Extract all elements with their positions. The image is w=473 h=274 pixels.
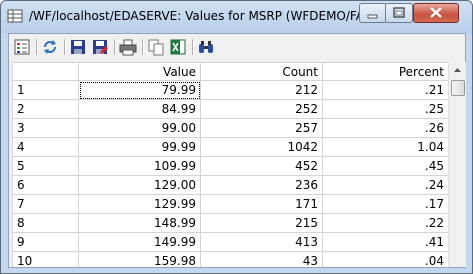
table-row[interactable]: 7 129.99 171 .17 — [12, 194, 448, 214]
minimize-icon — [367, 14, 378, 19]
value-cell[interactable]: 149.99 — [78, 232, 201, 252]
minimize-button[interactable] — [359, 3, 387, 23]
find-icon[interactable] — [197, 38, 215, 56]
count-cell[interactable]: 215 — [200, 213, 323, 233]
close-button[interactable] — [413, 3, 459, 23]
value-cell[interactable]: 129.99 — [78, 194, 201, 214]
count-cell[interactable]: 236 — [200, 175, 323, 195]
toolbar-separator — [142, 39, 144, 55]
table-row[interactable]: 3 99.00 257 .26 — [12, 118, 448, 138]
table-row[interactable]: 1 79.99 212 .21 — [12, 80, 448, 100]
values-window: /WF/localhost/EDASERVE: Values for MSRP … — [0, 0, 473, 274]
row-number: 7 — [12, 194, 79, 214]
percent-cell[interactable]: .22 — [322, 213, 448, 233]
column-header-count[interactable]: Count — [200, 62, 323, 81]
value-cell[interactable]: 99.99 — [78, 137, 201, 157]
row-number: 5 — [12, 156, 79, 176]
row-number: 10 — [12, 251, 79, 267]
value-cell[interactable]: 159.98 — [78, 251, 201, 267]
row-number: 4 — [12, 137, 79, 157]
scroll-up-button[interactable] — [450, 63, 465, 78]
toolbar — [9, 34, 465, 60]
save-icon[interactable] — [69, 38, 87, 56]
window-title: /WF/localhost/EDASERVE: Values for MSRP … — [29, 9, 390, 23]
toolbar-separator — [114, 39, 116, 55]
count-cell[interactable]: 171 — [200, 194, 323, 214]
header-row: Value Count Percent — [12, 62, 448, 81]
percent-cell[interactable]: .41 — [322, 232, 448, 252]
table-row[interactable]: 4 99.99 1042 1.04 — [12, 137, 448, 157]
column-header-value[interactable]: Value — [78, 62, 201, 81]
percent-cell[interactable]: .26 — [322, 118, 448, 138]
print-icon[interactable] — [119, 38, 137, 56]
percent-cell[interactable]: .45 — [322, 156, 448, 176]
count-cell[interactable]: 1042 — [200, 137, 323, 157]
export-excel-icon[interactable] — [169, 38, 187, 56]
maximize-button[interactable] — [385, 3, 413, 23]
value-cell[interactable]: 129.00 — [78, 175, 201, 195]
percent-cell[interactable]: .25 — [322, 99, 448, 119]
refresh-icon[interactable] — [41, 38, 59, 56]
copy-icon[interactable] — [147, 38, 165, 56]
row-number: 2 — [12, 99, 79, 119]
client-area: Value Count Percent 1 79.99 212 .21 2 84… — [8, 33, 466, 268]
scroll-thumb[interactable] — [451, 80, 465, 96]
row-number: 6 — [12, 175, 79, 195]
toolbar-separator — [192, 39, 194, 55]
value-cell[interactable]: 99.00 — [78, 118, 201, 138]
save-as-icon[interactable] — [91, 38, 109, 56]
count-cell[interactable]: 452 — [200, 156, 323, 176]
table-row[interactable]: 2 84.99 252 .25 — [12, 99, 448, 119]
vertical-scrollbar[interactable] — [448, 62, 466, 267]
row-number: 8 — [12, 213, 79, 233]
properties-icon[interactable] — [13, 38, 31, 56]
table-row[interactable]: 10 159.98 43 .04 — [12, 251, 448, 267]
percent-cell[interactable]: 1.04 — [322, 137, 448, 157]
value-cell[interactable]: 109.99 — [78, 156, 201, 176]
row-number: 9 — [12, 232, 79, 252]
grid-app-icon — [7, 9, 23, 23]
column-header-percent[interactable]: Percent — [322, 62, 448, 81]
scroll-up-arrow-icon — [454, 68, 461, 72]
count-cell[interactable]: 212 — [200, 80, 323, 100]
percent-cell[interactable]: .24 — [322, 175, 448, 195]
row-number: 1 — [12, 80, 79, 100]
row-number: 3 — [12, 118, 79, 138]
table-row[interactable]: 8 148.99 215 .22 — [12, 213, 448, 233]
percent-cell[interactable]: .04 — [322, 251, 448, 267]
corner-header — [12, 62, 79, 81]
table-row[interactable]: 9 149.99 413 .41 — [12, 232, 448, 252]
title-bar[interactable]: /WF/localhost/EDASERVE: Values for MSRP … — [1, 1, 472, 33]
value-cell[interactable]: 84.99 — [78, 99, 201, 119]
value-cell[interactable]: 79.99 — [78, 80, 201, 100]
count-cell[interactable]: 252 — [200, 99, 323, 119]
values-grid[interactable]: Value Count Percent 1 79.99 212 .21 2 84… — [12, 62, 448, 267]
close-icon — [430, 7, 442, 18]
table-row[interactable]: 6 129.00 236 .24 — [12, 175, 448, 195]
toolbar-separator — [64, 39, 66, 55]
toolbar-separator — [36, 39, 38, 55]
count-cell[interactable]: 413 — [200, 232, 323, 252]
count-cell[interactable]: 257 — [200, 118, 323, 138]
count-cell[interactable]: 43 — [200, 251, 323, 267]
percent-cell[interactable]: .21 — [322, 80, 448, 100]
value-cell[interactable]: 148.99 — [78, 213, 201, 233]
percent-cell[interactable]: .17 — [322, 194, 448, 214]
table-row[interactable]: 5 109.99 452 .45 — [12, 156, 448, 176]
maximize-icon — [393, 7, 405, 18]
